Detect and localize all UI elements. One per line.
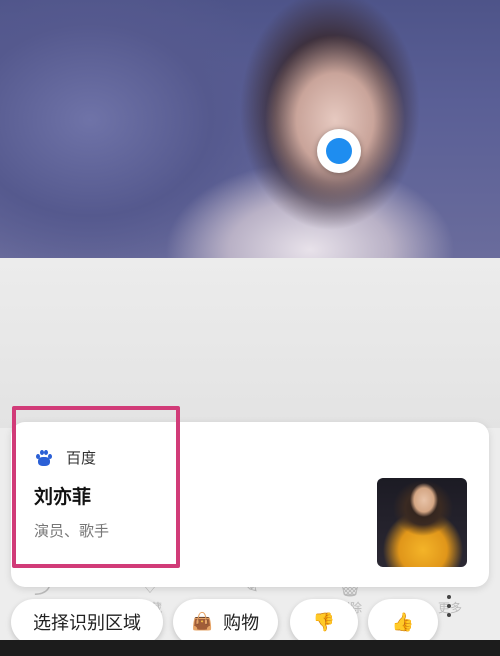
more-options-icon[interactable] <box>442 593 456 621</box>
thumbs-up-icon: 👍 <box>391 611 415 633</box>
shopping-bag-icon: 👜 <box>191 612 214 632</box>
focus-point-marker[interactable] <box>317 129 361 173</box>
thumbs-down-icon: 👎 <box>312 611 336 633</box>
recognized-photo[interactable] <box>0 0 500 258</box>
like-button[interactable]: 👍 <box>368 599 438 645</box>
navigation-bar <box>0 640 500 656</box>
highlight-box <box>12 406 180 568</box>
shopping-button[interactable]: 👜 购物 <box>173 599 278 645</box>
select-region-button[interactable]: 选择识别区域 <box>11 599 163 645</box>
shopping-label: 购物 <box>223 613 260 634</box>
dislike-button[interactable]: 👎 <box>290 599 358 645</box>
person-thumbnail[interactable] <box>377 478 467 567</box>
background-area <box>0 258 500 428</box>
select-region-label: 选择识别区域 <box>33 613 141 634</box>
